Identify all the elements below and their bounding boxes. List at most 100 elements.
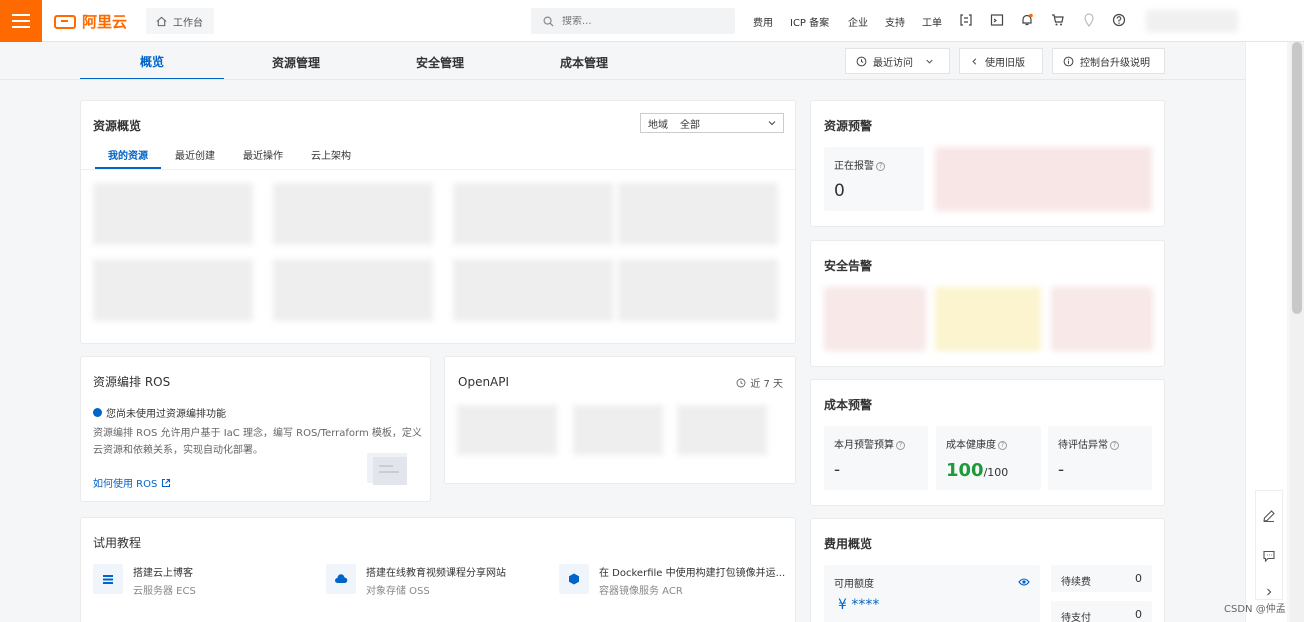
cart-icon[interactable] [1050,12,1066,28]
help-circle-icon: ? [998,440,1007,450]
pending-anomaly-metric[interactable]: 待评估异常? - [1048,426,1152,490]
bracket-icon[interactable] [958,12,974,28]
monthly-budget-label: 本月预警预算 [834,440,894,451]
resource-tile-blurred[interactable] [273,259,433,321]
aliyun-logo-icon [54,14,76,29]
cost-alert-title: 成本预警 [824,398,873,412]
ros-link-label: 如何使用 ROS [93,479,158,490]
fee-overview-card: 费用概览 可用额度 ¥ **** 待续费 0 待支付 0 [810,518,1165,622]
openapi-range[interactable]: 近 7 天 [736,375,783,390]
tutorial-title: 搭建云上博客 [133,568,193,579]
tab-security-management[interactable]: 安全管理 [368,44,512,80]
resource-tile-blurred[interactable] [93,183,253,245]
search-icon [543,16,554,27]
ros-illustration [359,447,417,491]
subtab-recent-operations[interactable]: 最近操作 [243,147,283,162]
message-icon[interactable] [1262,549,1276,563]
tutorials-card: 试用教程 搭建云上博客 云服务器 ECS 搭建在线教育视频课程分享网站 对象存储… [80,517,796,622]
chevron-down-icon [926,59,933,64]
pending-renewal-metric[interactable]: 待续费 0 [1051,565,1152,592]
nav-link-fee[interactable]: 费用 [753,14,773,29]
help-circle-icon: ? [876,161,885,171]
tab-cost-management[interactable]: 成本管理 [512,44,656,80]
pending-renewal-value: 0 [1135,572,1142,585]
subtab-divider [81,169,797,170]
nav-link-ticket[interactable]: 工单 [922,14,942,29]
security-stat-blurred[interactable] [935,287,1041,351]
resource-tile-blurred[interactable] [618,183,778,245]
tutorial-product: 云服务器 ECS [133,586,196,597]
how-to-use-ros-link[interactable]: 如何使用 ROS [93,475,171,490]
tutorial-item[interactable]: 搭建云上博客 云服务器 ECS [93,562,323,602]
pending-payment-value: 0 [1135,608,1142,621]
alarming-metric[interactable]: 正在报警? 0 [824,147,924,211]
ros-desc-line-1: 资源编排 ROS 允许用户基于 IaC 理念，编写 ROS/Terraform … [93,428,422,439]
monthly-budget-metric[interactable]: 本月预警预算? - [824,426,928,490]
available-credit-metric[interactable]: 可用额度 ¥ **** [824,565,1040,622]
resource-overview-card: 资源概览 地域 全部 我的资源 最近创建 最近操作 云上架构 [80,100,797,344]
info-icon [1063,56,1074,66]
location-icon[interactable] [1081,12,1097,28]
nav-link-enterprise[interactable]: 企业 [848,14,868,29]
ecs-icon [93,564,123,594]
recent-visits-dropdown[interactable]: 最近访问 [845,48,950,74]
clock-icon [736,378,746,387]
tabs-divider [0,79,1245,80]
openapi-range-label: 近 7 天 [750,379,783,390]
nav-link-support[interactable]: 支持 [885,14,905,29]
chevron-down-icon [768,121,776,126]
tutorial-item[interactable]: 在 Dockerfile 中使用构建打包镜像并运... 容器镜像服务 ACR [559,562,789,602]
resource-tile-blurred[interactable] [453,183,613,245]
pending-payment-metric[interactable]: 待支付 0 [1051,601,1152,622]
old-version-button[interactable]: 使用旧版 [959,48,1043,74]
console-upgrade-button[interactable]: 控制台升级说明 [1052,48,1165,74]
bell-icon[interactable] [1019,12,1035,28]
terminal-icon[interactable] [989,12,1005,28]
security-stat-blurred[interactable] [824,287,926,351]
tutorial-item[interactable]: 搭建在线教育视频课程分享网站 对象存储 OSS [326,562,556,602]
subtab-recent-created[interactable]: 最近创建 [175,147,215,162]
edit-icon[interactable] [1262,509,1276,523]
ros-notice: 您尚未使用过资源编排功能 [93,405,226,420]
tutorial-title: 在 Dockerfile 中使用构建打包镜像并运... [599,568,786,579]
tutorial-title: 搭建在线教育视频课程分享网站 [366,568,506,579]
openapi-stat-blurred [677,405,767,455]
region-select[interactable]: 地域 全部 [640,113,784,133]
console-upgrade-label: 控制台升级说明 [1080,57,1150,69]
cost-alert-card: 成本预警 本月预警预算? - 成本健康度? 100/100 待评估异常? - [810,379,1165,506]
eye-icon[interactable] [1018,577,1030,587]
resource-tile-blurred[interactable] [93,259,253,321]
security-alert-title: 安全告警 [824,259,873,273]
scrollbar-thumb[interactable] [1292,42,1302,314]
cost-health-metric[interactable]: 成本健康度? 100/100 [936,426,1041,490]
region-label: 地域 [648,119,668,131]
tab-resource-management[interactable]: 资源管理 [224,44,368,80]
resource-tile-blurred[interactable] [273,183,433,245]
top-navbar: 阿里云 工作台 费用 ICP 备案 企业 支持 工单 [0,0,1304,42]
subtab-cloud-architecture[interactable]: 云上架构 [311,147,351,162]
subtab-my-resources[interactable]: 我的资源 [108,147,148,162]
info-filled-icon [93,408,102,417]
tutorial-product: 容器镜像服务 ACR [599,586,683,597]
user-account-blurred[interactable] [1146,10,1238,32]
tab-overview[interactable]: 概览 [80,44,224,80]
help-circle-icon: ? [1110,440,1119,450]
openapi-stat-blurred [457,405,557,455]
workbench-button[interactable]: 工作台 [146,8,214,34]
security-alert-card: 安全告警 [810,240,1165,367]
resource-tile-blurred[interactable] [453,259,613,321]
menu-button[interactable] [0,0,42,42]
old-version-label: 使用旧版 [985,57,1025,69]
resource-tile-blurred[interactable] [618,259,778,321]
resource-overview-title: 资源概览 [93,119,142,133]
search-input[interactable] [562,15,722,27]
chevron-right-icon[interactable] [1264,587,1274,597]
help-icon[interactable] [1111,12,1127,28]
brand-logo[interactable]: 阿里云 [54,11,127,32]
search-box[interactable] [531,8,735,34]
security-stat-blurred[interactable] [1051,287,1153,351]
nav-link-icp[interactable]: ICP 备案 [790,14,829,29]
brand-name: 阿里云 [82,13,128,31]
available-credit-value: ¥ **** [838,597,880,613]
fee-overview-title: 费用概览 [824,537,873,551]
